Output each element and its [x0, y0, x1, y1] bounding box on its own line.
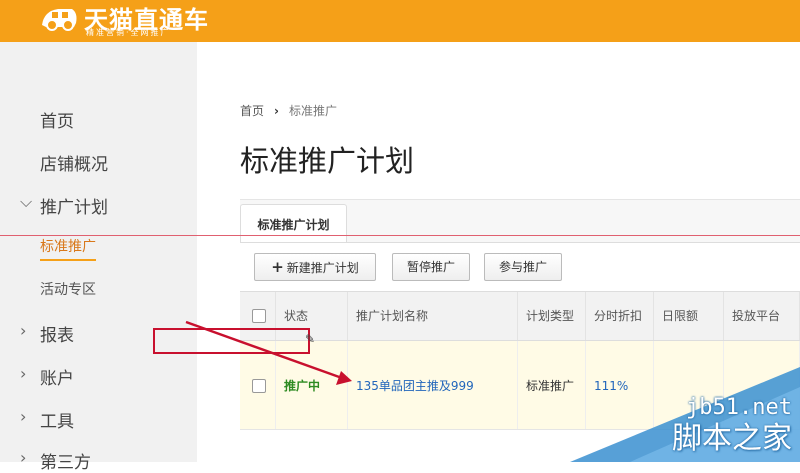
watermark: jb51.net 脚本之家 [570, 367, 800, 462]
watermark-name: 脚本之家 [672, 421, 792, 456]
